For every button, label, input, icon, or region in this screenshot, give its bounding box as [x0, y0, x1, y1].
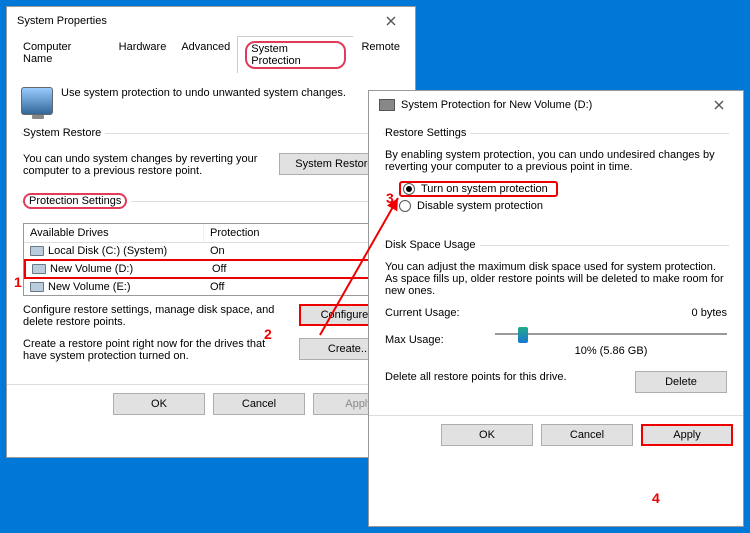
- slider-thumb-icon[interactable]: [518, 327, 528, 343]
- system-restore-text: You can undo system changes by reverting…: [23, 153, 269, 177]
- restore-settings-text: By enabling system protection, you can u…: [385, 149, 727, 173]
- protection-description: Use system protection to undo unwanted s…: [61, 87, 346, 99]
- system-properties-window: System Properties Computer Name Hardware…: [6, 6, 416, 458]
- radio-icon: [403, 183, 415, 195]
- col-available-drives: Available Drives: [24, 224, 204, 242]
- tab-hardware[interactable]: Hardware: [111, 36, 175, 73]
- window-title: System Properties: [17, 15, 107, 27]
- close-icon[interactable]: [371, 9, 411, 33]
- disk-space-legend: Disk Space Usage: [385, 239, 480, 251]
- cancel-button[interactable]: Cancel: [541, 424, 633, 446]
- tab-advanced[interactable]: Advanced: [173, 36, 238, 73]
- dialog-footer: OK Cancel Apply: [369, 415, 743, 454]
- max-usage-slider[interactable]: [495, 325, 727, 343]
- cancel-button[interactable]: Cancel: [213, 393, 305, 415]
- system-restore-legend: System Restore: [23, 127, 105, 139]
- apply-button[interactable]: Apply: [641, 424, 733, 446]
- radio-disable[interactable]: Disable system protection: [399, 200, 727, 212]
- close-icon[interactable]: [699, 93, 739, 117]
- window-title: System Protection for New Volume (D:): [401, 99, 592, 111]
- current-usage-label: Current Usage:: [385, 307, 475, 319]
- table-row[interactable]: New Volume (E:) Off: [24, 279, 398, 295]
- drive-icon: [32, 264, 46, 274]
- tab-remote[interactable]: Remote: [353, 36, 408, 73]
- drives-table: Available Drives Protection Local Disk (…: [23, 223, 399, 296]
- tab-computer-name[interactable]: Computer Name: [15, 36, 112, 73]
- restore-settings-group: Restore Settings By enabling system prot…: [383, 127, 729, 229]
- delete-button[interactable]: Delete: [635, 371, 727, 393]
- radio-turn-on[interactable]: Turn on system protection: [399, 181, 558, 197]
- titlebar[interactable]: System Properties: [7, 7, 415, 35]
- protection-settings-legend: Protection Settings: [23, 193, 131, 209]
- table-row[interactable]: Local Disk (C:) (System) On: [24, 243, 398, 259]
- table-row-selected[interactable]: New Volume (D:) Off: [24, 259, 398, 279]
- create-text: Create a restore point right now for the…: [23, 338, 289, 362]
- slider-value-text: 10% (5.86 GB): [495, 345, 727, 357]
- dialog-footer: OK Cancel Apply: [7, 384, 415, 423]
- tabs: Computer Name Hardware Advanced System P…: [15, 35, 407, 73]
- radio-icon: [399, 200, 411, 212]
- drive-icon: [30, 246, 44, 256]
- current-usage-value: 0 bytes: [692, 307, 727, 319]
- drive-icon: [30, 282, 44, 292]
- configure-text: Configure restore settings, manage disk …: [23, 304, 289, 328]
- drive-icon: [379, 99, 395, 111]
- tab-system-protection[interactable]: System Protection: [237, 36, 354, 73]
- delete-restore-points-text: Delete all restore points for this drive…: [385, 371, 625, 383]
- tab-body: Use system protection to undo unwanted s…: [7, 73, 415, 384]
- titlebar[interactable]: System Protection for New Volume (D:): [369, 91, 743, 119]
- max-usage-label: Max Usage:: [385, 334, 475, 346]
- system-protection-drive-window: System Protection for New Volume (D:) Re…: [368, 90, 744, 527]
- ok-button[interactable]: OK: [113, 393, 205, 415]
- disk-space-text: You can adjust the maximum disk space us…: [385, 261, 727, 297]
- restore-settings-legend: Restore Settings: [385, 127, 470, 139]
- dialog-body: Restore Settings By enabling system prot…: [369, 119, 743, 415]
- disk-space-usage-group: Disk Space Usage You can adjust the maxi…: [383, 239, 729, 399]
- protection-settings-group: Protection Settings Available Drives Pro…: [21, 193, 401, 368]
- ok-button[interactable]: OK: [441, 424, 533, 446]
- shield-monitor-icon: [21, 87, 53, 115]
- system-restore-group: System Restore You can undo system chang…: [21, 127, 401, 183]
